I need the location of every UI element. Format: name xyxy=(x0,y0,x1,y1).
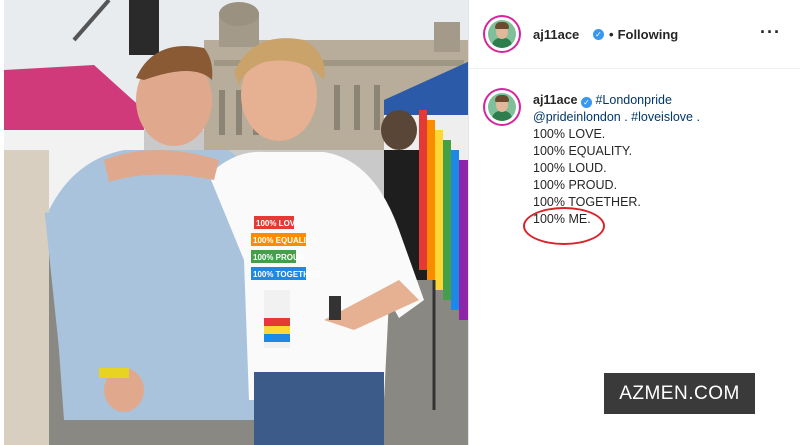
shirt-text-4: 100% TOGETHER xyxy=(253,270,320,279)
following-label[interactable]: Following xyxy=(618,27,679,42)
more-options-icon[interactable]: ··· xyxy=(760,22,781,43)
caption-line-1: 100% LOVE. xyxy=(533,127,606,141)
photo-illustration: 100% LOVE 100% EQUALITY 100% PROUD 100% … xyxy=(4,0,468,445)
azmen-watermark: AZMEN.COM xyxy=(604,373,755,414)
caption-line-3: 100% LOUD. xyxy=(533,161,607,175)
caption-avatar[interactable] xyxy=(485,90,519,124)
shirt-text-1: 100% LOVE xyxy=(256,219,301,228)
red-highlight-circle xyxy=(523,207,605,245)
profile-avatar[interactable] xyxy=(485,17,519,51)
shirt-text-3: 100% PROUD xyxy=(253,253,305,262)
hashtag-londonpride[interactable]: #Londonpride xyxy=(595,93,671,107)
post-header: aj11ace ✓ • Following ··· xyxy=(469,0,800,69)
caption-verified-icon: ✓ xyxy=(580,97,592,108)
shirt-text-2: 100% EQUALITY xyxy=(253,236,317,245)
verified-badge-icon: ✓ xyxy=(593,29,604,40)
caption-username[interactable]: aj11ace xyxy=(533,93,578,107)
post-photo[interactable]: 100% LOVE 100% EQUALITY 100% PROUD 100% … xyxy=(4,0,468,445)
caption-first-line: aj11ace ✓ #Londonpride xyxy=(533,92,783,109)
header-username[interactable]: aj11ace xyxy=(533,27,579,42)
instagram-post-screenshot: 100% LOVE 100% EQUALITY 100% PROUD 100% … xyxy=(0,0,800,445)
caption-mentions[interactable]: @prideinlondon . #loveislove . xyxy=(533,109,783,126)
caption-line-2: 100% EQUALITY. xyxy=(533,144,633,158)
follow-status[interactable]: • Following xyxy=(609,27,678,42)
caption-line-4: 100% PROUD. xyxy=(533,178,618,192)
